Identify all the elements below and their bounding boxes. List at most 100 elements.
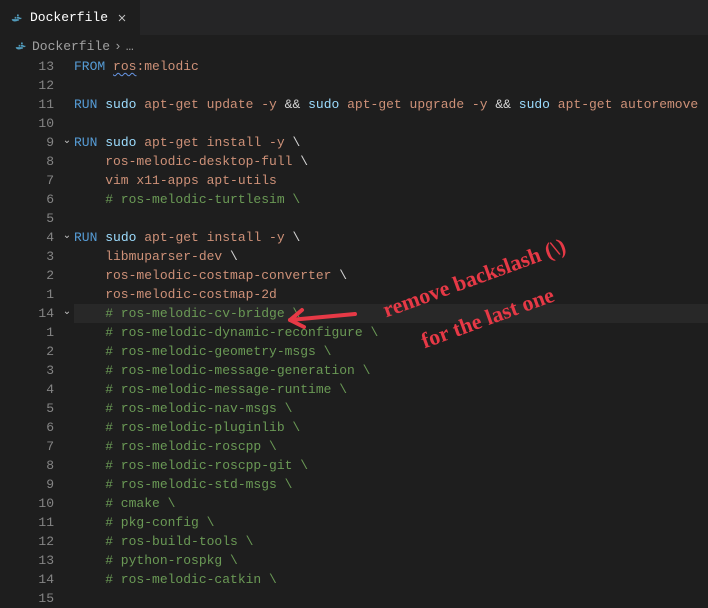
code-token: [105, 57, 113, 76]
tab-title: Dockerfile: [30, 10, 108, 25]
code-line[interactable]: vim x11-apps apt-utils: [74, 171, 708, 190]
fold-cell: [60, 418, 74, 437]
fold-cell: [60, 209, 74, 228]
code-line[interactable]: # ros-melodic-dynamic-reconfigure \: [74, 323, 708, 342]
chevron-down-icon[interactable]: ⌄: [63, 132, 71, 151]
code-token: RUN: [74, 95, 97, 114]
code-line[interactable]: # ros-melodic-std-msgs \: [74, 475, 708, 494]
code-token: # ros-melodic-roscpp \: [74, 437, 277, 456]
code-token: # ros-melodic-message-generation \: [74, 361, 370, 380]
code-line[interactable]: [74, 114, 708, 133]
code-line[interactable]: [74, 76, 708, 95]
code-token: ros-melodic-costmap-2d: [74, 285, 277, 304]
line-number: 8: [0, 152, 54, 171]
line-number: 2: [0, 266, 54, 285]
line-number: 10: [0, 494, 54, 513]
fold-cell: [60, 171, 74, 190]
code-line[interactable]: [74, 589, 708, 604]
fold-cell: [60, 475, 74, 494]
code-line[interactable]: # python-rospkg \: [74, 551, 708, 570]
editor[interactable]: 1312111098765432114123456789101112131415…: [0, 57, 708, 604]
code-line[interactable]: # cmake \: [74, 494, 708, 513]
code-token: vim x11-apps apt-utils: [74, 171, 277, 190]
fold-cell: [60, 323, 74, 342]
code-token: [300, 95, 308, 114]
fold-cell: [60, 57, 74, 76]
fold-cell[interactable]: ⌄: [60, 304, 74, 323]
code-line[interactable]: # ros-melodic-pluginlib \: [74, 418, 708, 437]
code-line[interactable]: ros-melodic-costmap-2d: [74, 285, 708, 304]
code-line[interactable]: # ros-melodic-message-generation \: [74, 361, 708, 380]
code-line[interactable]: # ros-melodic-nav-msgs \: [74, 399, 708, 418]
fold-cell[interactable]: ⌄: [60, 133, 74, 152]
line-number: 6: [0, 418, 54, 437]
code-token: # ros-melodic-roscpp-git \: [74, 456, 308, 475]
code-line[interactable]: ros-melodic-desktop-full \: [74, 152, 708, 171]
breadcrumb-more: …: [126, 39, 134, 54]
code-line[interactable]: RUN sudo apt-get install -y \: [74, 228, 708, 247]
line-number: 14: [0, 570, 54, 589]
code-token: [97, 228, 105, 247]
chevron-down-icon[interactable]: ⌄: [63, 303, 71, 322]
fold-cell: [60, 513, 74, 532]
code-token: libmuparser-dev: [74, 247, 230, 266]
breadcrumb[interactable]: Dockerfile › …: [0, 35, 708, 57]
code-token: ros-melodic-costmap-converter: [74, 266, 339, 285]
fold-cell: [60, 399, 74, 418]
line-number: 4: [0, 228, 54, 247]
code-line[interactable]: # ros-melodic-cv-bridge \: [74, 304, 708, 323]
code-token: # pkg-config \: [74, 513, 214, 532]
line-number: 5: [0, 399, 54, 418]
line-number: 7: [0, 437, 54, 456]
code-token: apt-get update -y: [136, 95, 284, 114]
code-token: sudo: [105, 228, 136, 247]
chevron-down-icon[interactable]: ⌄: [63, 227, 71, 246]
line-number: 15: [0, 589, 54, 608]
code-area[interactable]: FROM ros:melodic RUN sudo apt-get update …: [74, 57, 708, 604]
code-line[interactable]: FROM ros:melodic: [74, 57, 708, 76]
code-token: sudo: [308, 95, 339, 114]
fold-cell: [60, 589, 74, 608]
breadcrumb-file: Dockerfile: [32, 39, 110, 54]
code-token: # ros-melodic-geometry-msgs \: [74, 342, 331, 361]
code-token: # ros-melodic-nav-msgs \: [74, 399, 292, 418]
code-line[interactable]: # ros-melodic-roscpp \: [74, 437, 708, 456]
code-line[interactable]: # ros-melodic-turtlesim \: [74, 190, 708, 209]
code-token: [97, 133, 105, 152]
docker-icon: [10, 11, 24, 25]
code-line[interactable]: # ros-melodic-roscpp-git \: [74, 456, 708, 475]
line-number: 11: [0, 513, 54, 532]
fold-cell: [60, 342, 74, 361]
line-number: 14: [0, 304, 54, 323]
code-line[interactable]: # ros-melodic-geometry-msgs \: [74, 342, 708, 361]
tab-dockerfile[interactable]: Dockerfile: [0, 0, 141, 35]
code-token: ros: [113, 57, 136, 76]
code-line[interactable]: # ros-build-tools \: [74, 532, 708, 551]
line-number: 11: [0, 95, 54, 114]
code-line[interactable]: # ros-melodic-message-runtime \: [74, 380, 708, 399]
code-token: [511, 95, 519, 114]
code-token: RUN: [74, 133, 97, 152]
line-number: 3: [0, 361, 54, 380]
code-token: \: [339, 266, 347, 285]
line-number: 9: [0, 133, 54, 152]
code-line[interactable]: ros-melodic-costmap-converter \: [74, 266, 708, 285]
fold-cell[interactable]: ⌄: [60, 228, 74, 247]
line-number: 12: [0, 76, 54, 95]
docker-icon: [14, 39, 28, 53]
code-token: [97, 95, 105, 114]
code-token: RUN: [74, 228, 97, 247]
code-token: # ros-build-tools \: [74, 532, 253, 551]
fold-cell: [60, 152, 74, 171]
code-token: \: [292, 228, 300, 247]
code-line[interactable]: RUN sudo apt-get update -y && sudo apt-g…: [74, 95, 708, 114]
code-line[interactable]: # ros-melodic-catkin \: [74, 570, 708, 589]
code-token: # ros-melodic-dynamic-reconfigure \: [74, 323, 378, 342]
fold-cell: [60, 437, 74, 456]
code-line[interactable]: libmuparser-dev \: [74, 247, 708, 266]
code-line[interactable]: RUN sudo apt-get install -y \: [74, 133, 708, 152]
code-line[interactable]: [74, 209, 708, 228]
code-line[interactable]: # pkg-config \: [74, 513, 708, 532]
code-token: \: [292, 133, 300, 152]
close-icon[interactable]: [114, 10, 130, 26]
